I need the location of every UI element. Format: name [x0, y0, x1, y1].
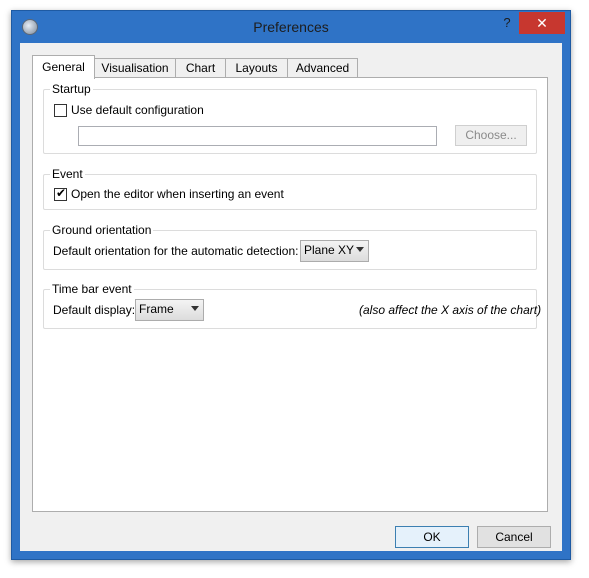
open-editor-checkbox[interactable]: ✔ [54, 186, 67, 201]
dialog-client-area: General Visualisation Chart Layouts Adva… [20, 43, 562, 551]
checkmark-icon: ✔ [56, 186, 67, 200]
title-bar[interactable]: Preferences ? ✕ [12, 11, 570, 43]
general-tab-panel: Startup Use default configuration Choose… [32, 77, 548, 512]
tab-visualisation[interactable]: Visualisation [94, 58, 176, 78]
ok-button[interactable]: OK [395, 526, 469, 548]
x-axis-note: (also affect the X axis of the chart) [359, 303, 542, 317]
startup-legend: Startup [52, 82, 91, 96]
orientation-label: Default orientation for the automatic de… [53, 244, 299, 258]
default-display-dropdown[interactable]: Frame [135, 299, 204, 321]
close-button[interactable]: ✕ [519, 12, 565, 34]
default-display-value: Frame [139, 302, 174, 316]
preferences-window: Preferences ? ✕ General Visualisation Ch… [11, 10, 571, 560]
chevron-down-icon [356, 247, 364, 252]
use-default-checkbox[interactable] [54, 104, 67, 117]
default-display-label: Default display: [53, 303, 136, 317]
config-path-input[interactable] [78, 126, 437, 146]
choose-button[interactable]: Choose... [455, 125, 527, 146]
tab-general[interactable]: General [32, 55, 95, 79]
cancel-button[interactable]: Cancel [477, 526, 551, 548]
time-bar-event-legend: Time bar event [52, 282, 132, 296]
orientation-value: Plane XY [304, 243, 355, 257]
tab-chart[interactable]: Chart [175, 58, 226, 78]
open-editor-label[interactable]: Open the editor when inserting an event [71, 187, 284, 201]
help-button[interactable]: ? [498, 13, 516, 33]
close-icon: ✕ [536, 15, 548, 31]
chevron-down-icon [191, 306, 199, 311]
tab-layouts[interactable]: Layouts [225, 58, 288, 78]
ground-orientation-legend: Ground orientation [52, 223, 152, 237]
use-default-label[interactable]: Use default configuration [71, 103, 204, 117]
tab-advanced[interactable]: Advanced [287, 58, 358, 78]
event-legend: Event [52, 167, 83, 181]
orientation-dropdown[interactable]: Plane XY [300, 240, 369, 262]
window-title: Preferences [253, 19, 329, 35]
